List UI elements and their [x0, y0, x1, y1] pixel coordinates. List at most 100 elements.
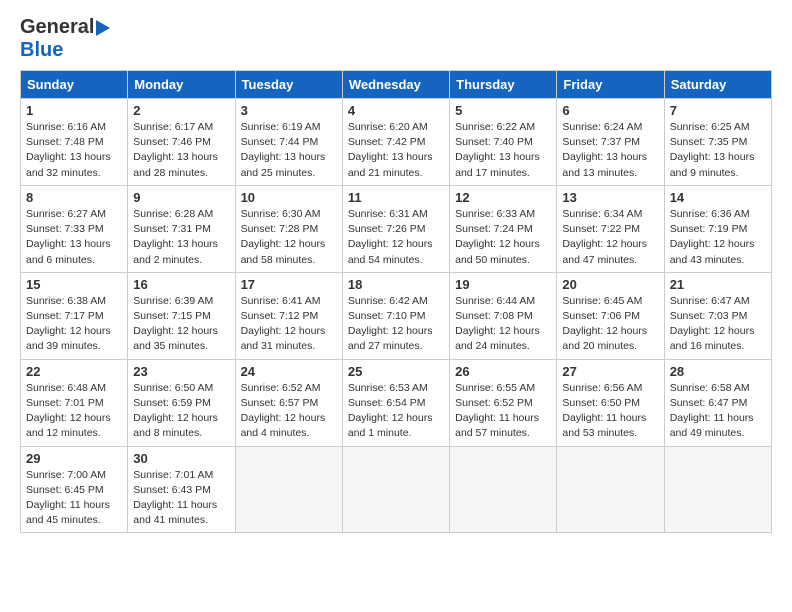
calendar-cell: 7Sunrise: 6:25 AM Sunset: 7:35 PM Daylig… — [664, 99, 771, 186]
day-number: 28 — [670, 364, 766, 379]
day-number: 29 — [26, 451, 122, 466]
calendar-cell: 14Sunrise: 6:36 AM Sunset: 7:19 PM Dayli… — [664, 185, 771, 272]
day-info: Sunrise: 6:22 AM Sunset: 7:40 PM Dayligh… — [455, 120, 551, 181]
calendar-cell: 24 Sunrise: 6:52 AM Sunset: 6:57 PM Dayli… — [235, 359, 342, 446]
page: General Blue SundayMondayTuesdayWednesda… — [0, 0, 792, 549]
day-number: 8 — [26, 190, 122, 205]
day-number: 23 — [133, 364, 229, 379]
day-info: Sunrise: 6:24 AM Sunset: 7:37 PM Dayligh… — [562, 120, 658, 181]
day-info: Sunrise: 6:30 AM Sunset: 7:28 PM Dayligh… — [241, 207, 337, 268]
calendar-cell — [235, 446, 342, 533]
calendar-cell — [557, 446, 664, 533]
day-number: 11 — [348, 190, 444, 205]
day-number: 13 — [562, 190, 658, 205]
calendar-cell: 28 Sunrise: 6:58 AM Sunset: 6:47 PM Dayli… — [664, 359, 771, 446]
weekday-header-saturday: Saturday — [664, 71, 771, 99]
day-number: 22 — [26, 364, 122, 379]
day-number: 10 — [241, 190, 337, 205]
day-number: 1 — [26, 103, 122, 118]
day-info: Sunrise: 6:27 AM Sunset: 7:33 PM Dayligh… — [26, 207, 122, 268]
logo-blue: Blue — [20, 39, 63, 61]
day-number: 3 — [241, 103, 337, 118]
calendar-cell: 11 Sunrise: 6:31 AM Sunset: 7:26 PM Dayli… — [342, 185, 449, 272]
calendar-cell: 12 Sunrise: 6:33 AM Sunset: 7:24 PM Dayli… — [450, 185, 557, 272]
day-info: Sunrise: 6:47 AM Sunset: 7:03 PM Dayligh… — [670, 294, 766, 355]
week-row-4: 22 Sunrise: 6:48 AM Sunset: 7:01 PM Dayli… — [21, 359, 772, 446]
day-info: Sunrise: 7:01 AM Sunset: 6:43 PM Dayligh… — [133, 468, 229, 529]
day-info: Sunrise: 6:25 AM Sunset: 7:35 PM Dayligh… — [670, 120, 766, 181]
calendar-table: SundayMondayTuesdayWednesdayThursdayFrid… — [20, 70, 772, 533]
calendar-cell: 23 Sunrise: 6:50 AM Sunset: 6:59 PM Dayli… — [128, 359, 235, 446]
day-info: Sunrise: 6:42 AM Sunset: 7:10 PM Dayligh… — [348, 294, 444, 355]
day-info: Sunrise: 6:17 AM Sunset: 7:46 PM Dayligh… — [133, 120, 229, 181]
day-info: Sunrise: 6:55 AM Sunset: 6:52 PM Dayligh… — [455, 381, 551, 442]
day-info: Sunrise: 6:52 AM Sunset: 6:57 PM Dayligh… — [241, 381, 337, 442]
day-info: Sunrise: 6:33 AM Sunset: 7:24 PM Dayligh… — [455, 207, 551, 268]
calendar-cell: 8 Sunrise: 6:27 AM Sunset: 7:33 PM Daylig… — [21, 185, 128, 272]
calendar-cell: 10 Sunrise: 6:30 AM Sunset: 7:28 PM Dayli… — [235, 185, 342, 272]
day-number: 27 — [562, 364, 658, 379]
logo-arrow-icon — [96, 20, 110, 36]
calendar-cell: 27 Sunrise: 6:56 AM Sunset: 6:50 PM Dayli… — [557, 359, 664, 446]
day-number: 18 — [348, 277, 444, 292]
day-info: Sunrise: 6:48 AM Sunset: 7:01 PM Dayligh… — [26, 381, 122, 442]
day-info: Sunrise: 6:28 AM Sunset: 7:31 PM Dayligh… — [133, 207, 229, 268]
calendar-cell: 16Sunrise: 6:39 AM Sunset: 7:15 PM Dayli… — [128, 272, 235, 359]
day-number: 25 — [348, 364, 444, 379]
day-info: Sunrise: 6:50 AM Sunset: 6:59 PM Dayligh… — [133, 381, 229, 442]
calendar-cell: 18 Sunrise: 6:42 AM Sunset: 7:10 PM Dayli… — [342, 272, 449, 359]
calendar-cell: 15Sunrise: 6:38 AM Sunset: 7:17 PM Dayli… — [21, 272, 128, 359]
calendar-cell: 26 Sunrise: 6:55 AM Sunset: 6:52 PM Dayli… — [450, 359, 557, 446]
day-number: 4 — [348, 103, 444, 118]
calendar-cell: 17 Sunrise: 6:41 AM Sunset: 7:12 PM Dayli… — [235, 272, 342, 359]
calendar-cell: 9Sunrise: 6:28 AM Sunset: 7:31 PM Daylig… — [128, 185, 235, 272]
calendar-cell: 6 Sunrise: 6:24 AM Sunset: 7:37 PM Daylig… — [557, 99, 664, 186]
calendar-cell: 2 Sunrise: 6:17 AM Sunset: 7:46 PM Daylig… — [128, 99, 235, 186]
day-info: Sunrise: 6:38 AM Sunset: 7:17 PM Dayligh… — [26, 294, 122, 355]
weekday-header-sunday: Sunday — [21, 71, 128, 99]
day-number: 12 — [455, 190, 551, 205]
calendar-cell: 4 Sunrise: 6:20 AM Sunset: 7:42 PM Daylig… — [342, 99, 449, 186]
day-number: 16 — [133, 277, 229, 292]
weekday-header-tuesday: Tuesday — [235, 71, 342, 99]
calendar-cell: 21 Sunrise: 6:47 AM Sunset: 7:03 PM Dayli… — [664, 272, 771, 359]
day-info: Sunrise: 6:45 AM Sunset: 7:06 PM Dayligh… — [562, 294, 658, 355]
calendar-cell: 29 Sunrise: 7:00 AM Sunset: 6:45 PM Dayli… — [21, 446, 128, 533]
calendar-cell: 25Sunrise: 6:53 AM Sunset: 6:54 PM Dayli… — [342, 359, 449, 446]
day-info: Sunrise: 6:16 AM Sunset: 7:48 PM Dayligh… — [26, 120, 122, 181]
week-row-5: 29 Sunrise: 7:00 AM Sunset: 6:45 PM Dayli… — [21, 446, 772, 533]
calendar-cell: 5Sunrise: 6:22 AM Sunset: 7:40 PM Daylig… — [450, 99, 557, 186]
day-info: Sunrise: 6:34 AM Sunset: 7:22 PM Dayligh… — [562, 207, 658, 268]
week-row-2: 8 Sunrise: 6:27 AM Sunset: 7:33 PM Daylig… — [21, 185, 772, 272]
day-number: 17 — [241, 277, 337, 292]
weekday-header-row: SundayMondayTuesdayWednesdayThursdayFrid… — [21, 71, 772, 99]
calendar-cell — [342, 446, 449, 533]
logo: General Blue — [20, 16, 110, 62]
day-info: Sunrise: 6:20 AM Sunset: 7:42 PM Dayligh… — [348, 120, 444, 181]
day-number: 14 — [670, 190, 766, 205]
calendar-cell — [450, 446, 557, 533]
day-number: 21 — [670, 277, 766, 292]
calendar-cell — [664, 446, 771, 533]
calendar-cell: 20 Sunrise: 6:45 AM Sunset: 7:06 PM Dayli… — [557, 272, 664, 359]
day-number: 20 — [562, 277, 658, 292]
week-row-1: 1 Sunrise: 6:16 AM Sunset: 7:48 PM Daylig… — [21, 99, 772, 186]
weekday-header-wednesday: Wednesday — [342, 71, 449, 99]
day-info: Sunrise: 6:31 AM Sunset: 7:26 PM Dayligh… — [348, 207, 444, 268]
day-number: 2 — [133, 103, 229, 118]
header: General Blue — [20, 16, 772, 62]
calendar-cell: 30 Sunrise: 7:01 AM Sunset: 6:43 PM Dayli… — [128, 446, 235, 533]
week-row-3: 15Sunrise: 6:38 AM Sunset: 7:17 PM Dayli… — [21, 272, 772, 359]
weekday-header-monday: Monday — [128, 71, 235, 99]
day-info: Sunrise: 7:00 AM Sunset: 6:45 PM Dayligh… — [26, 468, 122, 529]
logo-general: General — [20, 16, 94, 39]
day-info: Sunrise: 6:56 AM Sunset: 6:50 PM Dayligh… — [562, 381, 658, 442]
day-number: 26 — [455, 364, 551, 379]
day-info: Sunrise: 6:58 AM Sunset: 6:47 PM Dayligh… — [670, 381, 766, 442]
day-number: 6 — [562, 103, 658, 118]
day-number: 30 — [133, 451, 229, 466]
calendar-cell: 3Sunrise: 6:19 AM Sunset: 7:44 PM Daylig… — [235, 99, 342, 186]
day-number: 24 — [241, 364, 337, 379]
calendar-cell: 13 Sunrise: 6:34 AM Sunset: 7:22 PM Dayli… — [557, 185, 664, 272]
day-info: Sunrise: 6:41 AM Sunset: 7:12 PM Dayligh… — [241, 294, 337, 355]
